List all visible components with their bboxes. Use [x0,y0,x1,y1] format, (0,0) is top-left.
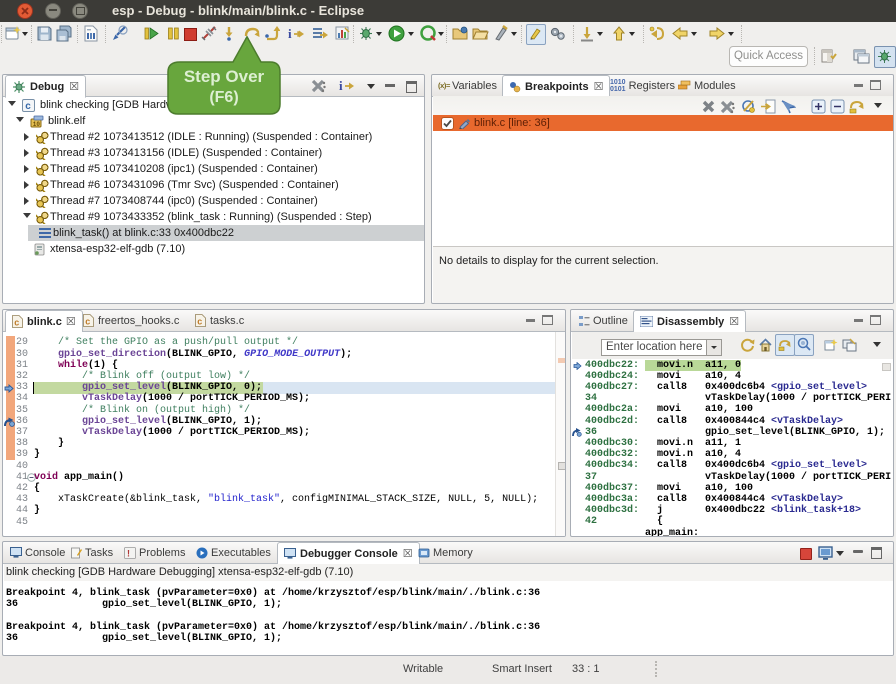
svg-text:10: 10 [33,121,41,128]
svg-text:c: c [197,317,202,327]
svg-text:c: c [14,318,19,328]
svg-text:c: c [85,317,90,327]
svg-text:i: i [339,78,343,93]
svg-text:!: ! [127,548,130,558]
svg-text:c: c [25,101,31,112]
